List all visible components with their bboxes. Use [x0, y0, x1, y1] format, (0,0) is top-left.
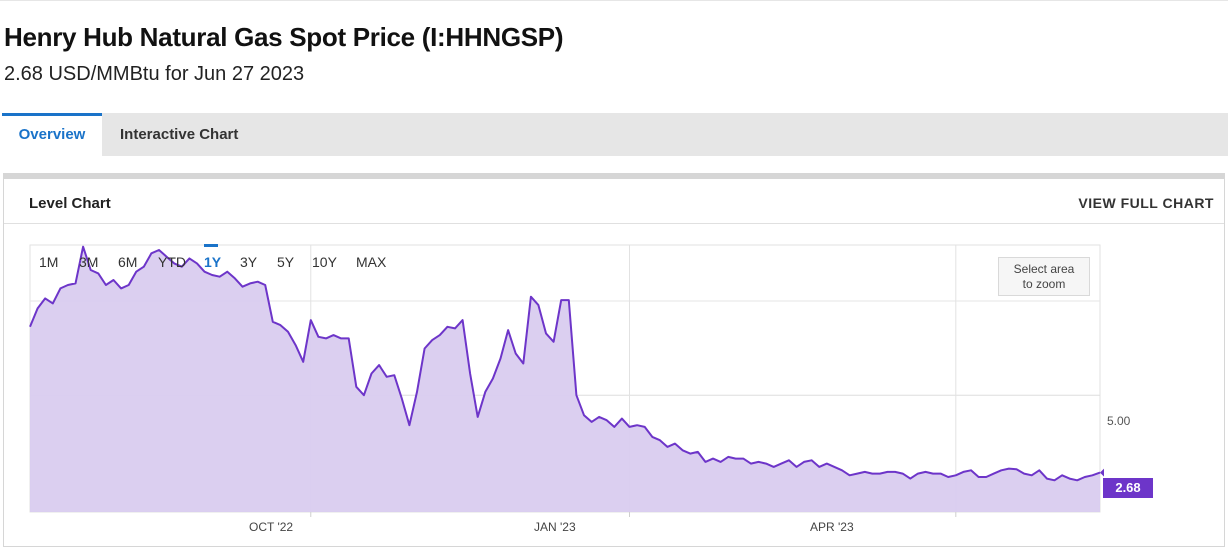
- tab-bar: Overview Interactive Chart: [2, 113, 1228, 156]
- tab-interactive-chart[interactable]: Interactive Chart: [120, 113, 238, 156]
- range-ytd-button[interactable]: YTD: [158, 254, 186, 270]
- x-tick-jan-23: JAN '23: [534, 520, 576, 534]
- price-subtitle: 2.68 USD/MMBtu for Jun 27 2023: [4, 63, 305, 85]
- card-title: Level Chart: [29, 195, 111, 212]
- range-6m-button[interactable]: 6M: [118, 254, 137, 270]
- top-border: [0, 0, 1228, 1]
- x-tick-oct-22: OCT '22: [249, 520, 294, 534]
- y-tick-label: 5.00: [1107, 414, 1131, 428]
- card-divider: [4, 223, 1224, 224]
- range-3y-button[interactable]: 3Y: [240, 254, 257, 270]
- range-5y-button[interactable]: 5Y: [277, 254, 294, 270]
- range-active-indicator: [204, 244, 218, 247]
- page-title: Henry Hub Natural Gas Spot Price (I:HHNG…: [4, 22, 564, 52]
- range-1m-button[interactable]: 1M: [39, 254, 58, 270]
- range-10y-button[interactable]: 10Y: [312, 254, 337, 270]
- zoom-hint-line1: Select area: [1013, 262, 1075, 276]
- last-value-badge: 2.68: [1103, 478, 1153, 498]
- select-area-to-zoom-hint[interactable]: Select area to zoom: [998, 257, 1090, 296]
- level-chart-card: Level Chart VIEW FULL CHART: [3, 173, 1225, 547]
- view-full-chart-link[interactable]: VIEW FULL CHART: [1078, 195, 1214, 211]
- range-max-button[interactable]: MAX: [356, 254, 386, 270]
- range-3m-button[interactable]: 3M: [79, 254, 98, 270]
- x-tick-apr-23: APR '23: [810, 520, 854, 534]
- zoom-hint-line2: to zoom: [1022, 277, 1066, 291]
- tab-overview[interactable]: Overview: [2, 113, 102, 156]
- range-1y-button[interactable]: 1Y: [204, 254, 221, 270]
